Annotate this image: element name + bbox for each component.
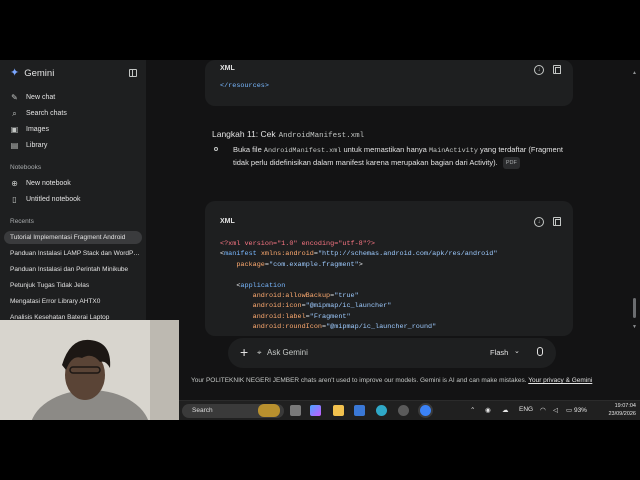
code-language-label: XML (220, 218, 235, 225)
scrollbar-thumb[interactable] (633, 298, 636, 318)
disclaimer: Your POLITEKNIK NEGERI JEMBER chats aren… (191, 377, 593, 384)
clock[interactable]: 19:07:04 23/09/2026 (592, 403, 636, 418)
copy-icon[interactable] (553, 217, 561, 226)
volume-icon[interactable]: ◁ (553, 406, 558, 414)
code-content: <?xml version="1.0" encoding="utf-8"?> <… (220, 240, 498, 332)
download-icon[interactable]: ↓ (534, 217, 544, 227)
new-notebook-button[interactable]: ⊕ New notebook (10, 179, 71, 188)
search-chats-button[interactable]: ⌕ Search chats (10, 109, 67, 118)
source-chip[interactable]: PDF (502, 157, 520, 170)
prompt-input[interactable]: Ask Gemini (267, 348, 308, 357)
language-indicator[interactable]: ENG (519, 406, 533, 413)
clock-time: 19:07:04 (614, 403, 636, 409)
tray-app-icon[interactable]: ◉ (485, 406, 491, 414)
brand[interactable]: ✦ Gemini (10, 67, 55, 80)
prompt-bar[interactable]: + ⌖ Ask Gemini Flash ⌄ (228, 338, 556, 368)
microphone-icon[interactable] (537, 347, 543, 356)
app-icon[interactable] (398, 405, 409, 416)
gemini-star-icon: ✦ (10, 67, 20, 79)
privacy-link[interactable]: Your privacy & Gemini (528, 377, 592, 384)
battery-indicator[interactable]: ▭ 93% (566, 406, 587, 414)
edge-icon[interactable] (376, 405, 387, 416)
code-block-manifest: XML ↓ <?xml version="1.0" encoding="utf-… (205, 201, 573, 336)
taskbar-search-label: Search (192, 407, 213, 414)
untitled-notebook-item[interactable]: ▯ Untitled notebook (10, 195, 80, 204)
list-bullet (214, 147, 218, 151)
notebook-icon: ▯ (12, 195, 17, 204)
store-icon[interactable] (354, 405, 365, 416)
file-explorer-icon[interactable] (333, 405, 344, 416)
copilot-icon[interactable] (310, 405, 321, 416)
widget-icon[interactable] (258, 404, 280, 417)
add-notebook-icon: ⊕ (11, 179, 18, 188)
image-icon: ▣ (10, 125, 19, 134)
heading-code: AndroidManifest.xml (278, 132, 365, 140)
code-language-label: XML (220, 65, 235, 72)
wifi-icon[interactable]: ◠ (540, 406, 546, 414)
collapse-sidebar-icon[interactable] (129, 69, 137, 77)
recent-chat-item[interactable]: Petunjuk Tugas Tidak Jelas (10, 282, 140, 289)
scroll-up-icon[interactable]: ▲ (632, 70, 637, 76)
add-attachment-icon[interactable]: + (240, 344, 248, 360)
recent-chat-item-active[interactable]: Tutorial Implementasi Fragment Android (4, 231, 142, 244)
new-chat-button[interactable]: ✎ New chat (10, 93, 55, 102)
app-title: Gemini (24, 68, 55, 79)
inline-code: MainActivity (428, 147, 478, 155)
chat-main: XML ↓ </resources> Langkah 11: Cek Andro… (146, 60, 640, 420)
library-button[interactable]: ▤ Library (10, 141, 48, 150)
edit-icon: ✎ (11, 93, 18, 102)
chrome-icon[interactable] (420, 405, 431, 416)
inline-code: AndroidManifest.xml (263, 147, 342, 155)
location-pin-icon: ⌖ (257, 348, 262, 357)
code-block-resources: XML ↓ </resources> (205, 60, 573, 106)
battery-level: 93% (573, 407, 587, 414)
recent-chat-item[interactable]: Panduan Instalasi LAMP Stack dan WordPre… (10, 250, 140, 257)
model-selector[interactable]: Flash (490, 348, 508, 357)
library-icon: ▤ (10, 141, 19, 150)
step-paragraph: Buka file AndroidManifest.xml untuk mema… (233, 144, 563, 170)
images-button[interactable]: ▣ Images (10, 125, 49, 134)
recent-chat-item[interactable]: Mengatasi Error Library AHTX0 (10, 298, 140, 305)
tray-expand-icon[interactable]: ⌃ (470, 406, 475, 414)
scroll-down-icon[interactable]: ▼ (632, 324, 637, 330)
notebooks-heading: Notebooks (10, 164, 42, 171)
copy-icon[interactable] (553, 65, 561, 74)
download-icon[interactable]: ↓ (534, 65, 544, 75)
recents-heading: Recents (10, 218, 34, 225)
step-heading: Langkah 11: Cek AndroidManifest.xml (212, 129, 365, 140)
chevron-down-icon[interactable]: ⌄ (514, 347, 520, 355)
search-icon: ⌕ (12, 108, 17, 118)
recent-chat-item[interactable]: Panduan Instalasi dan Perintah Minikube (10, 266, 140, 273)
onedrive-icon[interactable]: ☁ (502, 406, 509, 414)
webcam-overlay (0, 320, 179, 420)
clock-date: 23/09/2026 (608, 410, 636, 417)
task-view-icon[interactable] (290, 405, 301, 416)
webcam-person-image (0, 320, 179, 420)
code-line: </resources> (220, 82, 269, 90)
